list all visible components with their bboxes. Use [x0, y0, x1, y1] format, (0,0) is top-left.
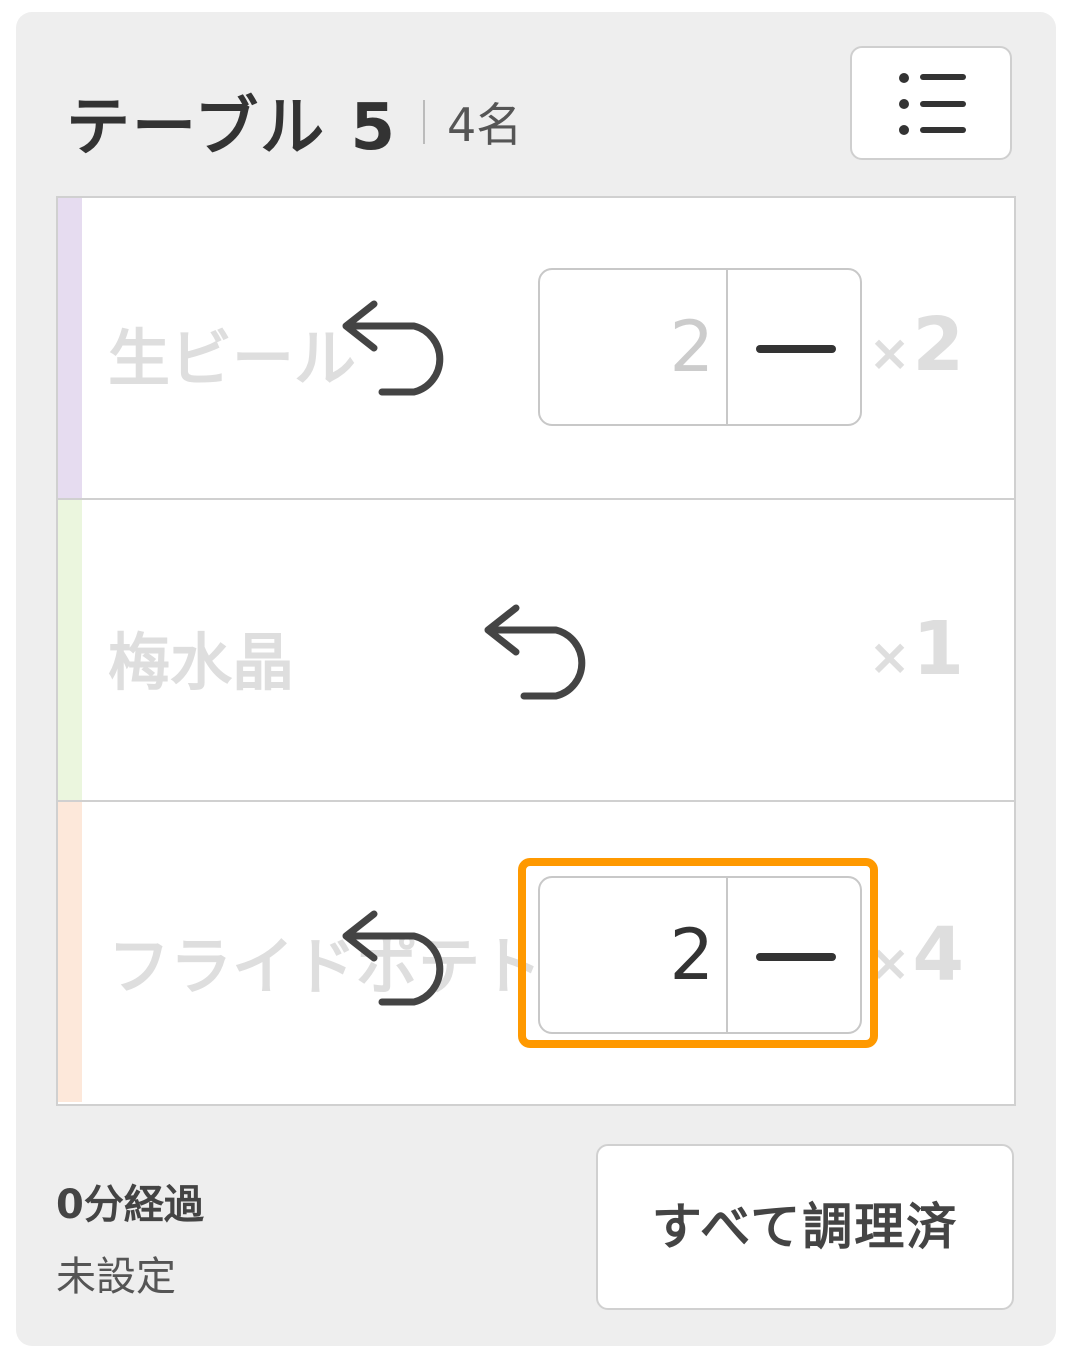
- header-divider: [422, 100, 425, 144]
- item-name: 梅水晶: [108, 626, 295, 699]
- stepper-value: 2: [669, 306, 714, 388]
- item-quantity: ×1: [868, 606, 964, 692]
- stepper-divider: [726, 270, 728, 424]
- elapsed-time: 0分経過: [56, 1182, 204, 1228]
- item-name: フライドポテト: [108, 930, 543, 1003]
- item-quantity: ×4: [868, 912, 964, 998]
- card-header: テーブル 5 4名: [66, 72, 522, 172]
- setting-status: 未設定: [56, 1254, 176, 1300]
- undo-icon[interactable]: [334, 906, 460, 1006]
- list-icon: [899, 73, 966, 135]
- menu-button[interactable]: [850, 46, 1012, 160]
- undo-icon[interactable]: [334, 296, 460, 396]
- order-row[interactable]: 生ビール 2 ×2: [58, 198, 1014, 500]
- table-name: テーブル 5: [66, 91, 397, 165]
- item-quantity: ×2: [868, 302, 964, 388]
- category-stripe: [58, 802, 82, 1102]
- mark-all-cooked-button[interactable]: すべて調理済: [596, 1144, 1014, 1310]
- table-order-card: テーブル 5 4名 生ビール 2 ×2 梅水晶 ×1 フライドポテト 2 ×4 …: [16, 12, 1056, 1346]
- focus-highlight: [518, 858, 878, 1048]
- category-stripe: [58, 198, 82, 498]
- minus-icon[interactable]: [756, 345, 836, 353]
- category-stripe: [58, 500, 82, 800]
- quantity-stepper[interactable]: 2: [538, 268, 862, 426]
- guest-count: 4名: [446, 98, 523, 152]
- item-name: 生ビール: [108, 322, 357, 395]
- undo-icon[interactable]: [476, 600, 602, 700]
- order-row[interactable]: 梅水晶 ×1: [58, 500, 1014, 802]
